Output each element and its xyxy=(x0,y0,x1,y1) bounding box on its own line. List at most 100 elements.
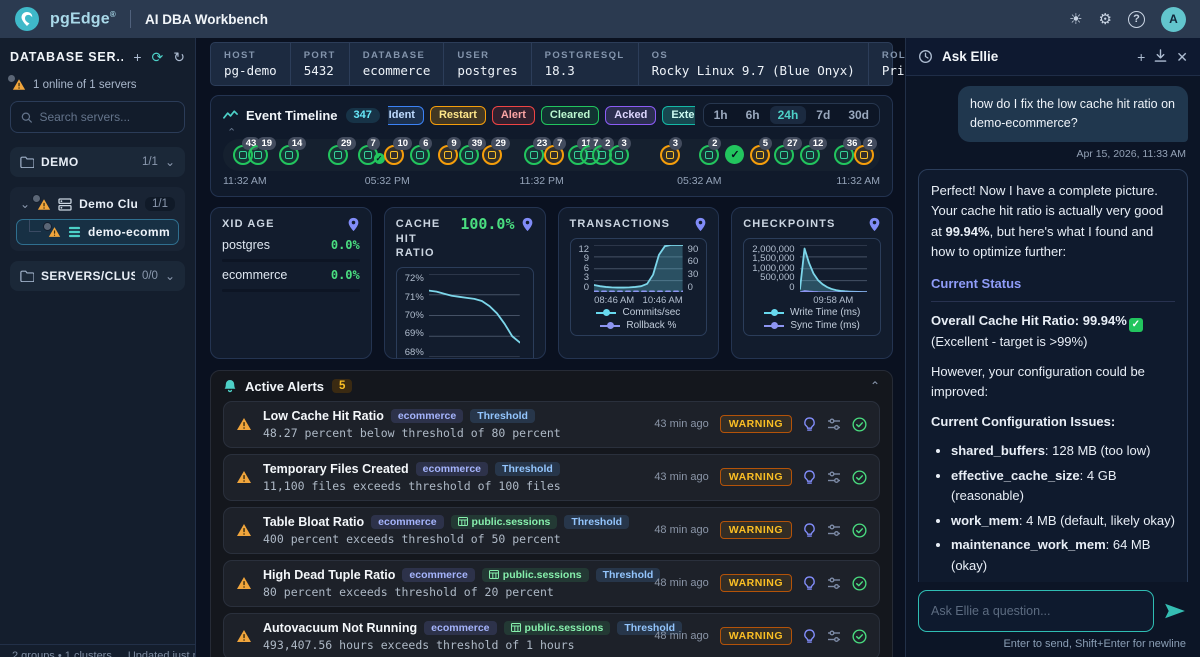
timeline-event[interactable]: 2 xyxy=(699,145,719,165)
new-chat-icon[interactable]: + xyxy=(1137,50,1145,64)
timeline-event[interactable]: 39 xyxy=(459,145,479,165)
timeline-event[interactable]: 3 xyxy=(609,145,629,165)
alert-row[interactable]: Temporary Files CreatedecommerceThreshol… xyxy=(223,454,880,501)
filter-chip-alert[interactable]: Alert xyxy=(492,106,535,125)
alert-time: 43 min ago xyxy=(654,418,708,430)
collapse-caret-icon[interactable]: ⌃ xyxy=(227,129,880,138)
tune-sliders-icon[interactable] xyxy=(827,524,841,537)
acknowledge-check-icon[interactable] xyxy=(852,523,867,538)
timeline-event[interactable]: 27 xyxy=(774,145,794,165)
alerts-count-badge: 5 xyxy=(332,379,352,393)
insight-lightbulb-icon[interactable] xyxy=(803,523,816,538)
timeline-event[interactable]: ✓ xyxy=(725,145,745,165)
chat-input-box xyxy=(918,590,1154,632)
timeline-event[interactable]: 3 xyxy=(660,145,680,165)
alert-tag-threshold: Threshold xyxy=(470,409,535,423)
alert-row[interactable]: Autovacuum Not Runningecommercepublic.se… xyxy=(223,613,880,657)
sidebar-group-demo[interactable]: DEMO 1/1 ⌄ xyxy=(10,147,185,177)
alert-row[interactable]: High Dead Tuple Ratioecommercepublic.ses… xyxy=(223,560,880,607)
timeline-event[interactable]: 12 xyxy=(800,145,820,165)
sidebar-cluster-demo[interactable]: ⌄ Demo Cluster 1/1 xyxy=(16,193,179,219)
warning-triangle-icon xyxy=(48,226,61,238)
sync-icon[interactable]: ⟳ xyxy=(152,50,164,64)
acknowledge-check-icon[interactable] xyxy=(852,417,867,432)
alert-row[interactable]: Table Bloat Ratioecommercepublic.session… xyxy=(223,507,880,554)
timeline-event[interactable]: 23 xyxy=(524,145,544,165)
timeline-event[interactable]: 19 xyxy=(248,145,268,165)
tune-sliders-icon[interactable] xyxy=(827,418,841,431)
filter-chip-restart[interactable]: Restart xyxy=(430,106,486,125)
transactions-card: TRANSACTIONS 129630906030008:46 AM10:46 … xyxy=(558,207,720,359)
alert-tag-threshold: Threshold xyxy=(495,462,560,476)
timeline-event[interactable]: 10 xyxy=(384,145,404,165)
warning-triangle-icon xyxy=(236,629,252,643)
sidebar-group-servers-clusters[interactable]: SERVERS/CLUSTE... 0/0 ⌄ xyxy=(10,261,185,291)
timeline-event[interactable]: 14 xyxy=(279,145,299,165)
chevron-down-icon[interactable]: ⌄ xyxy=(20,200,30,208)
timeline-time-label: 05:32 AM xyxy=(677,175,721,187)
app-window: pgEdge® AI DBA Workbench ☀ ⚙ ? A DATABAS… xyxy=(0,0,1200,657)
send-icon[interactable] xyxy=(1162,600,1188,622)
cache-hit-chart: 72%71%70%69%68%08:22 AM10:46 AM xyxy=(396,267,534,358)
range-7d[interactable]: 7d xyxy=(808,106,838,124)
ask-ellie-input[interactable] xyxy=(931,604,1141,618)
tune-sliders-icon[interactable] xyxy=(827,577,841,590)
insight-lightbulb-icon[interactable] xyxy=(803,629,816,644)
alert-row[interactable]: Low Cache Hit RatioecommerceThreshold48.… xyxy=(223,401,880,448)
timeline-event[interactable]: 6 xyxy=(410,145,430,165)
user-avatar[interactable]: A xyxy=(1161,7,1186,32)
insight-lightbulb-icon[interactable] xyxy=(803,470,816,485)
download-icon[interactable] xyxy=(1154,49,1167,65)
timeline-event[interactable]: 36 xyxy=(834,145,854,165)
alert-description: 11,100 files exceeds threshold of 100 fi… xyxy=(263,479,643,493)
insight-lightbulb-icon[interactable] xyxy=(803,417,816,432)
pin-icon[interactable] xyxy=(347,217,360,232)
theme-toggle-icon[interactable]: ☀ xyxy=(1069,12,1082,27)
history-clock-icon[interactable] xyxy=(918,49,933,64)
user-message: how do I fix the low cache hit ratio on … xyxy=(958,86,1188,142)
acknowledge-check-icon[interactable] xyxy=(852,629,867,644)
search-servers-input[interactable] xyxy=(39,110,174,124)
filter-chip-cleared[interactable]: Cleared xyxy=(541,106,599,125)
range-24h[interactable]: 24h xyxy=(770,106,807,124)
timeline-event[interactable]: 7✓ xyxy=(358,145,378,165)
help-icon[interactable]: ? xyxy=(1128,11,1145,28)
range-30d[interactable]: 30d xyxy=(840,106,877,124)
refresh-icon[interactable]: ↻ xyxy=(173,50,185,64)
add-server-icon[interactable]: + xyxy=(133,50,141,64)
folder-icon xyxy=(20,270,34,282)
alert-time: 48 min ago xyxy=(654,577,708,589)
filter-chip-acked[interactable]: Acked xyxy=(605,106,656,125)
acknowledge-check-icon[interactable] xyxy=(852,576,867,591)
timeline-event[interactable]: 2 xyxy=(854,145,874,165)
alert-tag-threshold: Threshold xyxy=(564,515,629,529)
warning-triangle-icon xyxy=(12,78,26,91)
insight-lightbulb-icon[interactable] xyxy=(803,576,816,591)
collapse-icon[interactable]: ⌃ xyxy=(870,382,880,390)
timeline-event[interactable]: 29 xyxy=(328,145,348,165)
xid-row-postgres: postgres0.0% xyxy=(222,238,360,252)
sidebar-server-demo-ecommerce[interactable]: demo-ecommerce xyxy=(16,219,179,245)
close-icon[interactable]: ✕ xyxy=(1176,50,1188,64)
chevron-down-icon[interactable]: ⌄ xyxy=(165,272,175,280)
settings-gear-icon[interactable]: ⚙ xyxy=(1099,12,1112,27)
timeline-event[interactable]: 5 xyxy=(750,145,770,165)
acknowledge-check-icon[interactable] xyxy=(852,470,867,485)
alert-description: 493,407.56 hours exceeds threshold of 1 … xyxy=(263,638,643,652)
pin-icon[interactable] xyxy=(868,217,881,232)
pin-icon[interactable] xyxy=(694,217,707,232)
chevron-down-icon[interactable]: ⌄ xyxy=(165,158,175,166)
filter-chip-extension[interactable]: Extension xyxy=(662,106,694,125)
alert-tag-threshold: Threshold xyxy=(596,568,661,582)
range-1h[interactable]: 1h xyxy=(706,106,736,124)
chat-messages[interactable]: how do I fix the low cache hit ratio on … xyxy=(906,76,1200,582)
pin-icon[interactable] xyxy=(521,217,534,232)
main-content: HOSTpg-demoPORT5432DATABASEecommerceUSER… xyxy=(196,38,905,657)
timeline-event[interactable]: 9 xyxy=(438,145,458,165)
tune-sliders-icon[interactable] xyxy=(827,471,841,484)
range-6h[interactable]: 6h xyxy=(738,106,768,124)
tune-sliders-icon[interactable] xyxy=(827,630,841,643)
timeline-event[interactable]: 7 xyxy=(544,145,564,165)
filter-chip-ident[interactable]: Ident xyxy=(388,106,424,125)
timeline-event[interactable]: 29 xyxy=(482,145,502,165)
